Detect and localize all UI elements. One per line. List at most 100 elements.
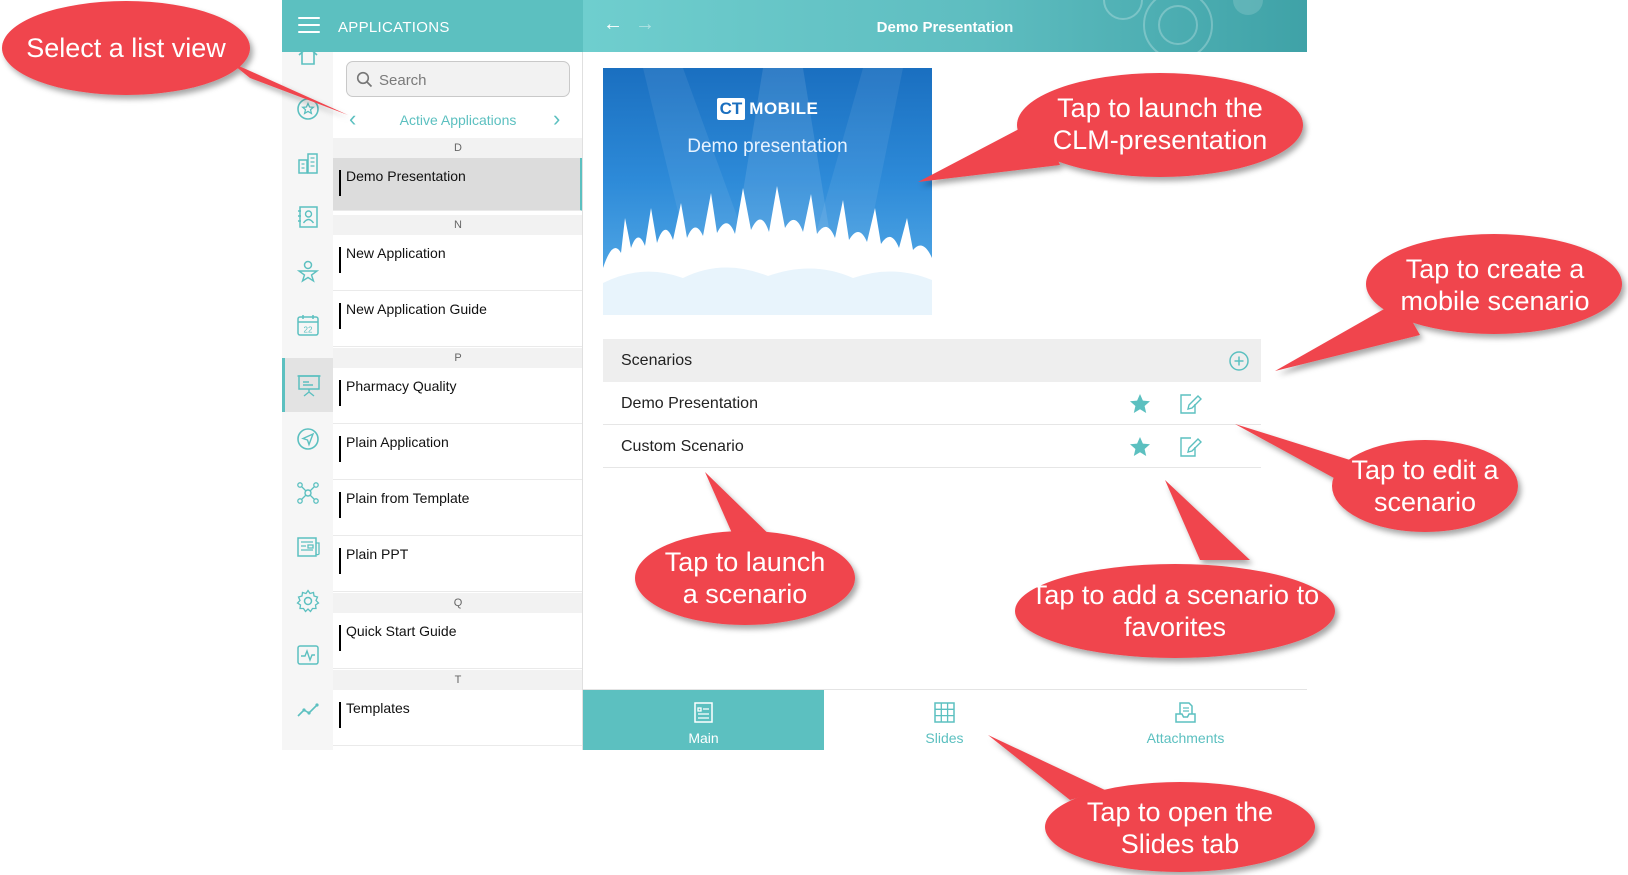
section-header: P — [333, 348, 582, 368]
slides-grid-icon — [934, 702, 955, 723]
callout-text: Tap to launch the CLM-presentation — [1052, 93, 1268, 155]
list-item-label: Demo Presentation — [346, 168, 466, 184]
callout-text: Tap to edit a scenario — [1351, 455, 1499, 517]
list-item[interactable]: Pharmacy Quality — [333, 368, 582, 424]
send-icon — [296, 428, 319, 450]
list-view-selector[interactable]: ‹ Active Applications › — [333, 104, 582, 136]
scenario-name: Demo Presentation — [621, 395, 758, 412]
list-item[interactable]: New Application Guide — [333, 291, 582, 347]
logo-ct: CT — [716, 98, 746, 120]
application-list-panel: Search ‹ Active Applications › D Demo Pr… — [333, 52, 583, 750]
sidebar-item-users[interactable] — [282, 244, 333, 298]
tab-slides[interactable]: Slides — [824, 690, 1065, 750]
scenarios-title: Scenarios — [621, 352, 693, 369]
list-view-label[interactable]: Active Applications — [333, 112, 582, 128]
section-header: D — [333, 138, 582, 158]
tab-label: Main — [688, 730, 719, 746]
sidebar-item-contacts[interactable] — [282, 190, 333, 244]
sidebar-item-network[interactable] — [282, 466, 333, 520]
tab-main[interactable]: Main — [583, 690, 824, 750]
logo-mobile: MOBILE — [749, 99, 819, 118]
search-input[interactable]: Search — [346, 61, 570, 97]
presentation-thumbnail[interactable]: CT MOBILE Demo presentation — [603, 68, 932, 315]
scenario-row[interactable]: Demo Presentation — [603, 382, 1261, 425]
item-marker — [339, 492, 341, 518]
section-title: APPLICATIONS — [338, 19, 450, 36]
favorites-star-icon — [296, 98, 319, 120]
list-item[interactable]: Plain PPT — [333, 536, 582, 592]
svg-text:22: 22 — [303, 326, 312, 335]
item-marker — [339, 436, 341, 462]
list-item-label: Plain from Template — [346, 490, 470, 506]
list-item[interactable]: Demo Presentation — [333, 158, 582, 211]
sidebar-item-favorites[interactable] — [282, 82, 333, 136]
edit-icon[interactable] — [1176, 434, 1202, 460]
item-marker — [339, 625, 341, 651]
news-icon — [296, 537, 320, 557]
item-marker — [339, 380, 341, 406]
list-item-label: Plain Application — [346, 434, 449, 450]
edit-icon[interactable] — [1176, 391, 1202, 417]
search-icon — [356, 71, 373, 88]
list-item[interactable]: Templates — [333, 690, 582, 746]
header-decoration — [1103, 0, 1143, 20]
main-doc-icon — [694, 702, 713, 723]
calendar-icon: 22 — [296, 315, 319, 336]
attachments-icon — [1175, 702, 1196, 723]
callout-text: Select a list view — [26, 33, 226, 63]
item-marker — [339, 702, 341, 728]
sidebar-item-home[interactable] — [282, 28, 333, 82]
sidebar-item-activity[interactable] — [282, 628, 333, 682]
tab-label: Attachments — [1146, 730, 1225, 746]
thumbnail-subtitle: Demo presentation — [687, 136, 848, 157]
callout-text: Tap to open the Slides tab — [1086, 797, 1274, 859]
header-decoration — [1233, 0, 1263, 15]
icon-rail: 22 — [282, 45, 333, 750]
sidebar-item-settings[interactable] — [282, 574, 333, 628]
scenario-name: Custom Scenario — [621, 438, 744, 455]
presentation-icon — [297, 375, 321, 397]
page-title: Demo Presentation — [876, 19, 1014, 36]
star-icon[interactable] — [1128, 435, 1152, 459]
add-circle-icon[interactable] — [1228, 350, 1250, 372]
ct-mobile-logo: CT MOBILE — [603, 98, 932, 120]
sidebar-item-applications[interactable] — [282, 358, 333, 412]
list-item[interactable]: Plain from Template — [333, 480, 582, 536]
scenario-row[interactable]: Custom Scenario — [603, 425, 1261, 468]
sidebar-item-analytics[interactable] — [282, 682, 333, 736]
list-item-label: Templates — [346, 700, 410, 716]
search-placeholder: Search — [379, 72, 427, 89]
item-marker — [339, 303, 341, 329]
sidebar-item-send[interactable] — [282, 412, 333, 466]
list-item-label: New Application — [346, 245, 446, 261]
list-item-label: Quick Start Guide — [346, 623, 457, 639]
callout-text: Tap to create a mobile scenario — [1400, 254, 1590, 316]
sidebar-item-calendar[interactable]: 22 — [282, 298, 333, 352]
section-header: Q — [333, 593, 582, 613]
tab-attachments[interactable]: Attachments — [1065, 690, 1306, 750]
section-header: N — [333, 215, 582, 235]
callout-text: Tap to add a scenario to favorites — [1030, 580, 1320, 642]
star-icon[interactable] — [1128, 392, 1152, 416]
list-item[interactable]: Quick Start Guide — [333, 613, 582, 669]
chevron-right-icon[interactable]: › — [553, 108, 560, 130]
item-marker — [339, 548, 341, 574]
scenarios-header: Scenarios — [603, 339, 1261, 382]
list-item-label: Pharmacy Quality — [346, 378, 457, 394]
accounts-buildings-icon — [297, 153, 318, 174]
contacts-icon — [297, 206, 318, 228]
activity-icon — [296, 645, 319, 665]
sidebar-item-accounts[interactable] — [282, 136, 333, 190]
list-item[interactable]: New Application — [333, 235, 582, 291]
list-item[interactable]: Plain Application — [333, 424, 582, 480]
detail-header: ← → Demo Presentation — [583, 0, 1307, 52]
sidebar-item-news[interactable] — [282, 520, 333, 574]
network-icon — [296, 482, 319, 504]
tab-label: Slides — [925, 730, 964, 746]
analytics-icon — [296, 703, 319, 717]
section-header: T — [333, 670, 582, 690]
item-marker — [339, 170, 341, 196]
settings-icon — [295, 589, 320, 613]
list-item-label: New Application Guide — [346, 301, 487, 317]
item-marker — [339, 247, 341, 273]
